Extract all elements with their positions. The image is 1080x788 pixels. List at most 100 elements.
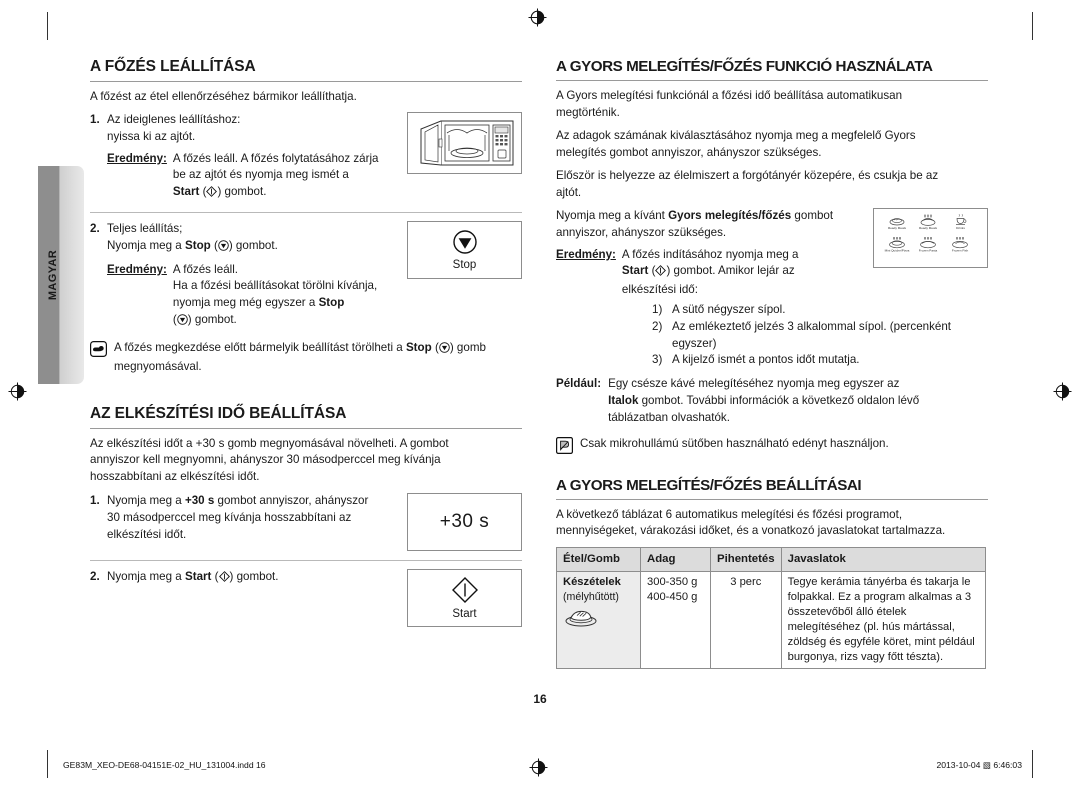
stop-circle-triangle-icon <box>177 314 188 331</box>
microwave-open-door-figure <box>407 112 522 175</box>
column-header-amount: Adag <box>640 546 711 572</box>
step-line: nyissa ki az ajtót. <box>107 129 196 143</box>
right-column: A GYORS MELEGÍTÉS/FŐZÉS FUNKCIÓ HASZNÁLA… <box>556 58 988 669</box>
page-number: 16 <box>533 692 547 706</box>
quick-heat-programs-table: Étel/Gomb Adag Pihentetés Javaslatok Kés… <box>556 546 987 669</box>
step-line: Nyomja meg a +30 s gombot annyiszor, ahá… <box>107 494 369 508</box>
amount-line-1: 300-350 g <box>647 575 698 588</box>
crop-mark-top-right <box>1032 12 1033 40</box>
set-cooking-time-step-2: 2. Nyomja meg a Start () gombot. <box>90 569 397 588</box>
result-line: Start () gombot. <box>173 184 397 203</box>
result-line-tail: ) gombot. <box>217 185 267 199</box>
example-line: Italok gombot. További információk a köv… <box>608 393 920 407</box>
stop-cooking-intro: A főzést az étel ellenőrzéséhez bármikor… <box>90 89 357 103</box>
start-diamond-icon <box>206 186 218 203</box>
svg-text:Ready Meals: Ready Meals <box>918 226 937 230</box>
crop-mark-top-left <box>47 12 48 40</box>
result-line: Start () gombot. Amikor lejár az <box>622 263 863 282</box>
start-diamond-icon <box>218 571 230 588</box>
stop-cooking-step-2: 2. Teljes leállítás; Nyomja meg a Stop (… <box>90 221 397 331</box>
step-number: 2. <box>90 222 100 236</box>
example-line: táblázatban olvashatók. <box>608 410 730 424</box>
set-cooking-time-intro: Az elkészítési időt a +30 s gomb megnyom… <box>90 437 449 483</box>
cell-resting-time: 3 perc <box>710 570 782 669</box>
note-pencil-icon <box>556 436 574 454</box>
stop-cooking-step-2-row: 2. Teljes leállítás; Nyomja meg a Stop (… <box>90 221 522 331</box>
quick-heat-paragraph-3: Először is helyezze az élelmiszert a for… <box>556 169 939 199</box>
registration-target-top-icon <box>528 8 547 27</box>
stop-cooking-hand-note: A főzés megkezdése előtt bármelyik beáll… <box>90 340 522 376</box>
step-line: 30 másodperccel meg kívánja hosszabbítan… <box>107 511 352 525</box>
plus30-keyword: +30 s <box>184 494 215 508</box>
result-line: elkészítési idő: <box>621 283 698 297</box>
section-heading-quick-heat-usage: A GYORS MELEGÍTÉS/FŐZÉS FUNKCIÓ HASZNÁLA… <box>556 58 988 82</box>
sublist-item: 1) A sütő négyszer sípol. <box>652 302 786 316</box>
divider <box>90 560 522 562</box>
column-header-suggestions: Javaslatok <box>780 546 987 572</box>
quick-heat-result-sublist: 1) A sütő négyszer sípol. 2) Az emlékezt… <box>652 302 988 369</box>
footer-timestamp: 2013-10-04 ▧ 6:46:03 <box>936 760 1022 770</box>
press-line: annyiszor, ahányszor szükséges. <box>556 225 727 239</box>
registration-target-right-icon <box>1053 382 1072 401</box>
step-number: 1. <box>90 494 100 508</box>
step-line: Az ideiglenes leállításhoz: <box>107 113 241 127</box>
step-number: 2. <box>90 570 100 584</box>
result-label: Eredmény: <box>107 262 167 276</box>
registration-target-left-icon <box>8 382 27 401</box>
footer-filename: GE83M_XEO-DE68-04151E-02_HU_131004.indd … <box>63 760 266 770</box>
result-line: be az ajtót és nyomja meg ismét a <box>172 168 349 182</box>
start-button-caption: Start <box>452 608 477 621</box>
sublist-item: 2) Az emlékeztető jelzés 3 alkalommal sí… <box>652 319 952 350</box>
table-row: Készételek (mélyhűtött) 300-350 g 400-45… <box>556 570 987 669</box>
start-button-figure: Start <box>407 569 522 628</box>
food-name: Készételek <box>563 575 621 588</box>
result-line: Ha a főzési beállításokat törölni kívánj… <box>172 279 378 293</box>
svg-text:Mini Quiche/Pizza: Mini Quiche/Pizza <box>884 248 909 252</box>
language-side-tab: MAGYAR <box>38 166 84 384</box>
stop-keyword: Stop <box>184 238 211 252</box>
plus30s-button-figure: +30 s <box>407 493 522 552</box>
svg-text:Drinks: Drinks <box>956 226 965 230</box>
example-label: Például: <box>556 377 602 391</box>
note-text: Csak mikrohullámú sütőben használható ed… <box>580 436 889 450</box>
registration-target-bottom-icon <box>529 758 548 777</box>
amount-line-2: 400-450 g <box>647 590 698 603</box>
start-keyword: Start <box>184 570 212 584</box>
quick-heat-keyword: Gyors melegítés/főzés <box>668 208 792 222</box>
result-label: Eredmény: <box>107 151 167 165</box>
step-1-result: Eredmény: A főzés leáll. A főzés folytat… <box>107 151 397 203</box>
quick-heat-result: Eredmény: A főzés indításához nyomja meg… <box>556 247 863 299</box>
quick-heat-paragraph-2: Az adagok számának kiválasztásához nyomj… <box>556 129 916 159</box>
quick-heat-example: Például: Egy csésze kávé melegítéséhez n… <box>556 376 988 426</box>
stop-button-caption: Stop <box>452 258 477 271</box>
left-column: A FŐZÉS LEÁLLÍTÁSA A főzést az étel elle… <box>90 58 522 628</box>
start-keyword: Start <box>621 264 649 278</box>
stop-circle-triangle-icon <box>439 342 450 359</box>
stop-button-figure: Stop <box>407 221 522 280</box>
pointing-hand-icon <box>90 340 108 357</box>
food-subtitle: (mélyhűtött) <box>563 590 619 603</box>
ready-meal-plate-icon <box>563 611 599 631</box>
footer-rule-left <box>47 750 48 778</box>
stop-cooking-step-1: 1. Az ideiglenes leállításhoz: nyissa ki… <box>90 112 397 203</box>
step-2-result: Eredmény: A főzés leáll. Ha a főzési beá… <box>107 262 397 331</box>
quick-heat-press-instruction: Nyomja meg a kívánt Gyors melegítés/főzé… <box>556 208 863 299</box>
language-side-tab-label: MAGYAR <box>46 249 59 301</box>
result-line: A főzés leáll. A főzés folytatásához zár… <box>172 151 379 165</box>
svg-text:Frozen Fish: Frozen Fish <box>951 248 968 252</box>
svg-text:Frozen Pasta: Frozen Pasta <box>918 248 937 252</box>
step-number: 1. <box>90 113 100 127</box>
set-cooking-time-step-2-row: 2. Nyomja meg a Start () gombot. Start <box>90 569 522 628</box>
step-line: Nyomja meg a Start () gombot. <box>107 569 397 588</box>
result-label: Eredmény: <box>556 247 616 261</box>
quick-heat-settings-intro: A következő táblázat 6 automatikus meleg… <box>556 507 946 538</box>
result-line: nyomja meg még egyszer a Stop () gombot. <box>173 295 397 331</box>
example-line: Egy csésze kávé melegítéséhez nyomja meg… <box>608 377 900 391</box>
quick-heat-note: Csak mikrohullámú sütőben használható ed… <box>556 436 988 454</box>
note-text: A főzés megkezdése előtt bármelyik beáll… <box>114 340 406 354</box>
section-heading-stop-cooking: A FŐZÉS LEÁLLÍTÁSA <box>90 58 522 82</box>
press-line: Nyomja meg a kívánt Gyors melegítés/főzé… <box>556 208 834 222</box>
sublist-item: 3) A kijelző ismét a pontos időt mutatja… <box>652 353 860 367</box>
step-line: elkészítési időt. <box>107 527 187 541</box>
stop-circle-triangle-icon <box>218 240 229 257</box>
